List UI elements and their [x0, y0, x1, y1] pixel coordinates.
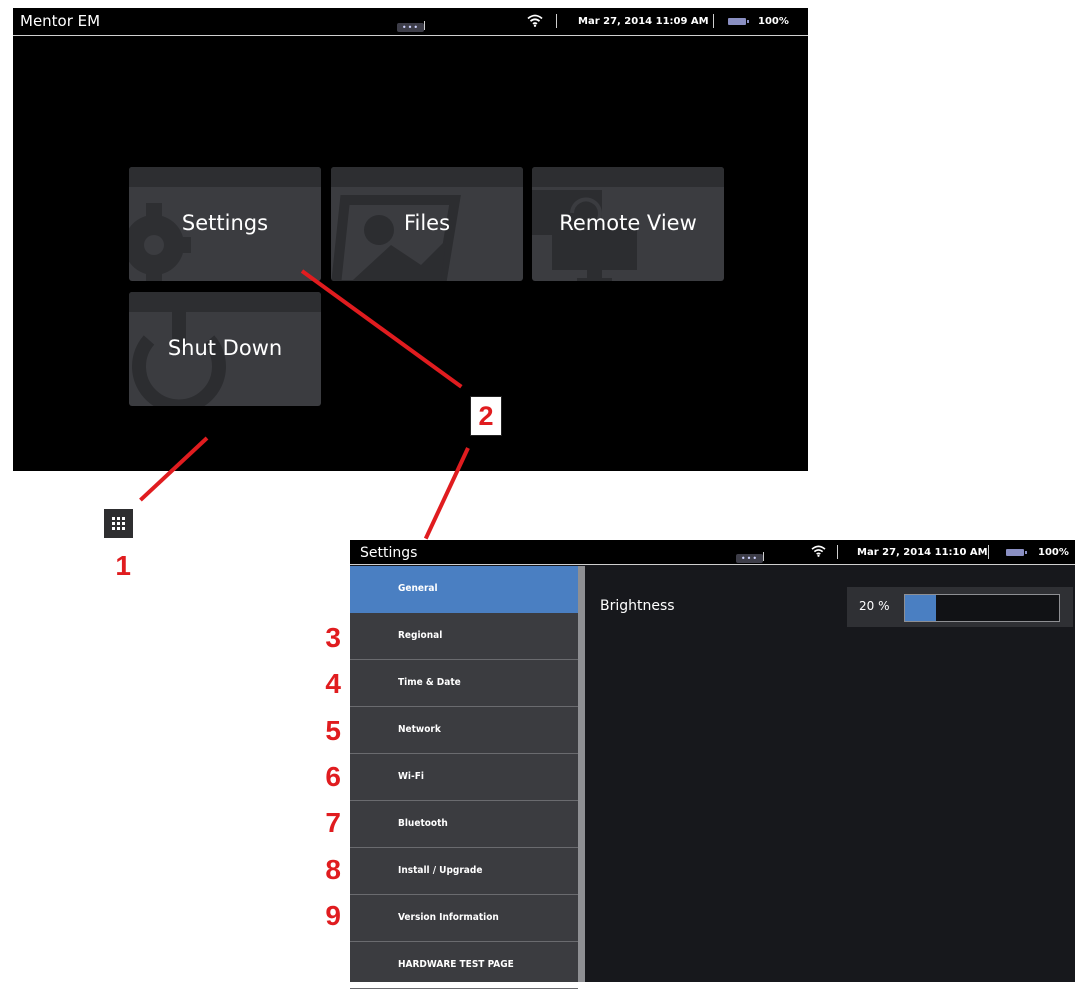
divider [556, 14, 557, 28]
battery-icon [1006, 549, 1027, 556]
battery-level: 100% [758, 16, 789, 27]
sidebar-item-time-date[interactable]: Time & Date [350, 660, 578, 707]
tile-header [129, 292, 321, 312]
wifi-icon [527, 14, 543, 27]
brightness-fill [905, 595, 936, 621]
callout-4: 4 [325, 668, 341, 699]
divider [837, 545, 838, 559]
callout-2: 2 [470, 396, 502, 436]
brightness-slider[interactable] [904, 594, 1060, 622]
divider [988, 545, 989, 559]
files-tile[interactable]: Files [331, 167, 523, 281]
wifi-icon [811, 545, 826, 557]
tile-header [331, 167, 523, 187]
status-bar: Settings ••• Mar 27, 2014 11:10 AM 100% [350, 540, 1075, 565]
sidebar-item-label: Network [398, 724, 441, 735]
grid-icon[interactable] [104, 509, 133, 538]
home-screen: Mentor EM ••• Mar 27, 2014 11:09 AM 100%… [13, 8, 808, 471]
sidebar-item-wifi[interactable]: Wi-Fi [350, 754, 578, 801]
datetime: Mar 27, 2014 11:09 AM [578, 16, 709, 27]
divider [713, 14, 714, 28]
battery-icon [728, 18, 749, 25]
sidebar-item-regional[interactable]: Regional [350, 613, 578, 660]
tile-header [532, 167, 724, 187]
shut-down-tile[interactable]: Shut Down [129, 292, 321, 406]
sidebar-item-label: Bluetooth [398, 818, 448, 829]
settings-sidebar: General Regional Time & Date Network Wi-… [350, 566, 578, 989]
battery-level: 100% [1038, 547, 1069, 558]
sidebar-item-label: Install / Upgrade [398, 865, 483, 876]
callout-1: 1 [115, 550, 131, 581]
settings-tile[interactable]: Settings [129, 167, 321, 281]
callout-8: 8 [325, 854, 341, 885]
sidebar-item-label: HARDWARE TEST PAGE [398, 959, 514, 970]
more-dots-icon[interactable]: ••• [397, 23, 424, 32]
callout-3: 3 [325, 622, 341, 653]
brightness-control[interactable]: 20 % [847, 587, 1073, 627]
sidebar-item-version-information[interactable]: Version Information [350, 895, 578, 942]
page-title: Settings [360, 545, 418, 561]
tile-label: Files [403, 211, 451, 235]
datetime: Mar 27, 2014 11:10 AM [857, 547, 988, 558]
brightness-value: 20 % [859, 599, 890, 613]
remote-view-tile[interactable]: Remote View [532, 167, 724, 281]
callout-7: 7 [325, 807, 341, 838]
sidebar-item-general[interactable]: General [350, 566, 578, 613]
tile-label: Remote View [559, 211, 697, 235]
callout-6: 6 [325, 761, 341, 792]
tile-label: Settings [181, 211, 269, 235]
sidebar-item-install-upgrade[interactable]: Install / Upgrade [350, 848, 578, 895]
tile-header [129, 167, 321, 187]
sidebar-item-network[interactable]: Network [350, 707, 578, 754]
more-dots-icon[interactable]: ••• [736, 554, 763, 563]
brightness-label: Brightness [600, 598, 675, 614]
settings-screen: Settings ••• Mar 27, 2014 11:10 AM 100% … [350, 540, 1075, 989]
callout-9: 9 [325, 900, 341, 931]
sidebar-item-label: Regional [398, 630, 443, 641]
app-title: Mentor EM [20, 12, 101, 30]
status-bar: Mentor EM ••• Mar 27, 2014 11:09 AM 100% [13, 8, 808, 36]
sidebar-item-label: Time & Date [398, 677, 461, 688]
sidebar-item-label: Version Information [398, 912, 499, 923]
tile-label: Shut Down [167, 336, 283, 360]
sidebar-scrollbar[interactable] [578, 566, 585, 982]
sidebar-item-label: General [398, 583, 438, 594]
callout-5: 5 [325, 715, 341, 746]
divider [424, 21, 425, 30]
divider [763, 552, 764, 561]
sidebar-item-bluetooth[interactable]: Bluetooth [350, 801, 578, 848]
sidebar-item-label: Wi-Fi [398, 771, 424, 782]
